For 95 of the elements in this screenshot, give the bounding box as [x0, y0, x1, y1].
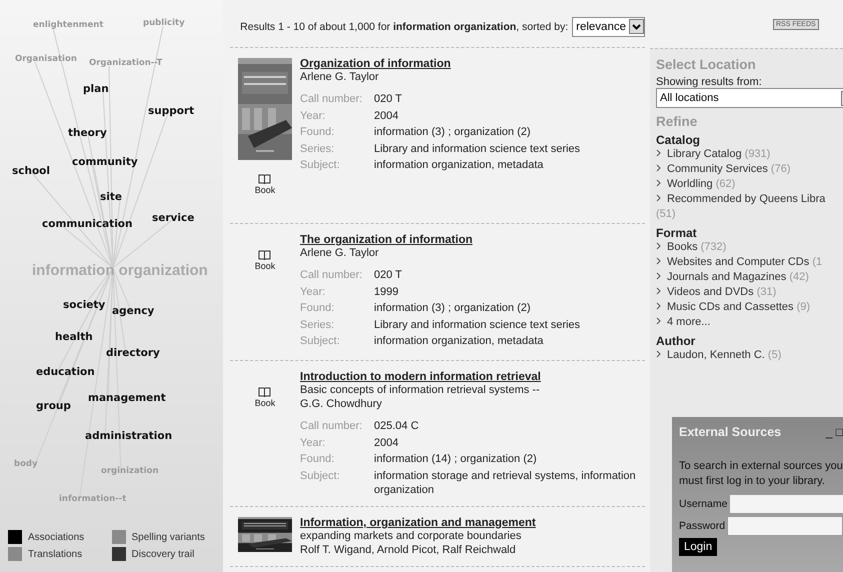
field-value: information (14) ; organization (2) — [374, 452, 538, 466]
facet-link[interactable]: Videos and DVDs (31) — [656, 285, 843, 300]
login-button[interactable]: Login — [679, 538, 718, 556]
results-summary: Results 1 - 10 of about 1,000 for information organization, sorted by: — [240, 20, 568, 32]
field-value: information organization, metadata — [374, 158, 544, 172]
facet-link[interactable]: Laudon, Kenneth C. (5) — [656, 348, 843, 363]
result-detail: Basic concepts of information retrieval systems -- — [300, 383, 541, 397]
field-value: 020 T — [374, 92, 403, 106]
facet-heading: Format — [656, 226, 698, 240]
cloud-word[interactable]: plan — [83, 83, 109, 95]
window-controls[interactable]: _ □ — [826, 425, 843, 439]
facet-link[interactable]: Library Catalog (931) — [656, 147, 843, 162]
book-icon — [258, 250, 272, 261]
username-field[interactable] — [729, 494, 843, 514]
field-label: Year: — [300, 284, 326, 299]
cloud-word[interactable]: health — [55, 331, 93, 343]
field-value: information storage and retrieval systems, information organization — [374, 468, 637, 498]
field-label: Found: — [300, 452, 336, 466]
facet-link[interactable]: Websites and Computer CDs (1 — [656, 255, 843, 270]
cloud-word[interactable]: directory — [106, 347, 160, 359]
field-label: Found: — [300, 301, 336, 316]
result-title-link[interactable]: Information, organization and management — [300, 517, 645, 529]
field-value: information (3) ; organization (2) — [374, 301, 532, 316]
section-heading: Refine — [656, 114, 698, 129]
cloud-word[interactable]: service — [152, 212, 194, 224]
facet-link[interactable]: Books (732) — [656, 240, 843, 255]
field-value: information organization, metadata — [374, 334, 544, 348]
field-label: Found: — [300, 125, 336, 140]
format-label: Book — [254, 261, 276, 271]
cloud-word[interactable]: society — [63, 299, 106, 311]
format-label: Book — [254, 185, 276, 195]
field-value: information (3) ; organization (2) — [374, 125, 532, 140]
result-detail: G.G. Chowdhury — [300, 397, 383, 411]
result-detail: Arlene G. Taylor — [300, 70, 380, 84]
facet-link[interactable]: Music CDs and Cassettes (9) — [656, 300, 843, 315]
field-value: 2004 — [374, 108, 400, 123]
password-field[interactable] — [727, 516, 843, 536]
field-value: Library and information science text series — [374, 142, 582, 156]
legend-label: Translations — [28, 548, 82, 560]
location-select[interactable]: All locations — [656, 88, 843, 108]
cloud-word[interactable]: community — [72, 156, 138, 168]
field-label: Subject: — [300, 334, 341, 348]
cloud-word[interactable]: administration — [85, 430, 172, 442]
section-heading: Select Location — [656, 57, 757, 72]
field-label: Call number: — [300, 268, 364, 282]
field-value: 020 T — [374, 268, 403, 282]
login-message: To search in external sources you must first log in to your library. — [679, 459, 843, 488]
facet-heading: Author — [656, 334, 696, 348]
caret-icon — [629, 19, 644, 34]
result-detail: Rolf T. Wigand, Arnold Picot, Ralf Reichwald — [300, 543, 517, 557]
chevron-icon — [656, 350, 662, 358]
facet-link[interactable]: 4 more... — [656, 315, 843, 330]
password-label: Password — [679, 520, 726, 532]
field-label: Call number: — [300, 419, 364, 434]
cloud-word[interactable]: theory — [68, 127, 107, 139]
field-label: Call number: — [300, 92, 364, 106]
legend-label: Associations — [28, 532, 84, 542]
field-label: Subject: — [300, 158, 341, 172]
result-detail: Arlene G. Taylor — [300, 246, 380, 260]
format-label: Book — [254, 398, 276, 408]
result-title-link[interactable]: The organization of information — [300, 234, 645, 246]
panel-title: External Sources — [679, 425, 782, 439]
facet-link[interactable]: Community Services (76) — [656, 162, 843, 177]
cloud-word[interactable]: group — [36, 400, 71, 412]
result-detail: expanding markets and corporate boundaries — [300, 529, 522, 543]
result-title-link[interactable]: Introduction to modern information retrieval — [300, 371, 645, 383]
field-value: Library and information science text series — [374, 318, 582, 332]
field-label: Year: — [300, 108, 326, 123]
facet-link[interactable]: Journals and Magazines (42) — [656, 270, 843, 285]
cloud-word[interactable]: support — [148, 105, 194, 117]
legend-label: Spelling variants — [132, 532, 205, 542]
cloud-word[interactable]: school — [12, 165, 50, 177]
field-value: 2004 — [374, 436, 400, 450]
book-icon — [258, 387, 272, 398]
field-value: 025.04 C — [374, 419, 420, 434]
cloud-word[interactable]: management — [88, 392, 166, 404]
legend-label: Discovery trail — [132, 548, 194, 560]
field-label: Subject: — [300, 468, 341, 484]
result-title-link[interactable]: Organization of information — [300, 58, 645, 70]
book-icon — [258, 174, 272, 185]
field-value: 1999 — [374, 284, 400, 299]
cloud-word[interactable]: communication — [42, 218, 132, 230]
field-label: Series: — [300, 318, 336, 332]
location-label: Showing results from: — [656, 76, 763, 88]
cloud-word[interactable]: agency — [112, 305, 154, 317]
facet-link[interactable]: Recommended by Queens Libra (51) — [656, 192, 843, 222]
username-label: Username — [679, 498, 728, 510]
field-label: Year: — [300, 436, 326, 450]
facet-link[interactable]: Worldling (62) — [656, 177, 843, 192]
sort-select[interactable]: relevance — [572, 16, 645, 36]
cloud-word[interactable]: education — [36, 366, 95, 378]
facet-heading: Catalog — [656, 133, 702, 147]
field-label: Series: — [300, 142, 336, 156]
cloud-word[interactable]: site — [100, 191, 122, 203]
center-term: information organization — [32, 262, 208, 279]
